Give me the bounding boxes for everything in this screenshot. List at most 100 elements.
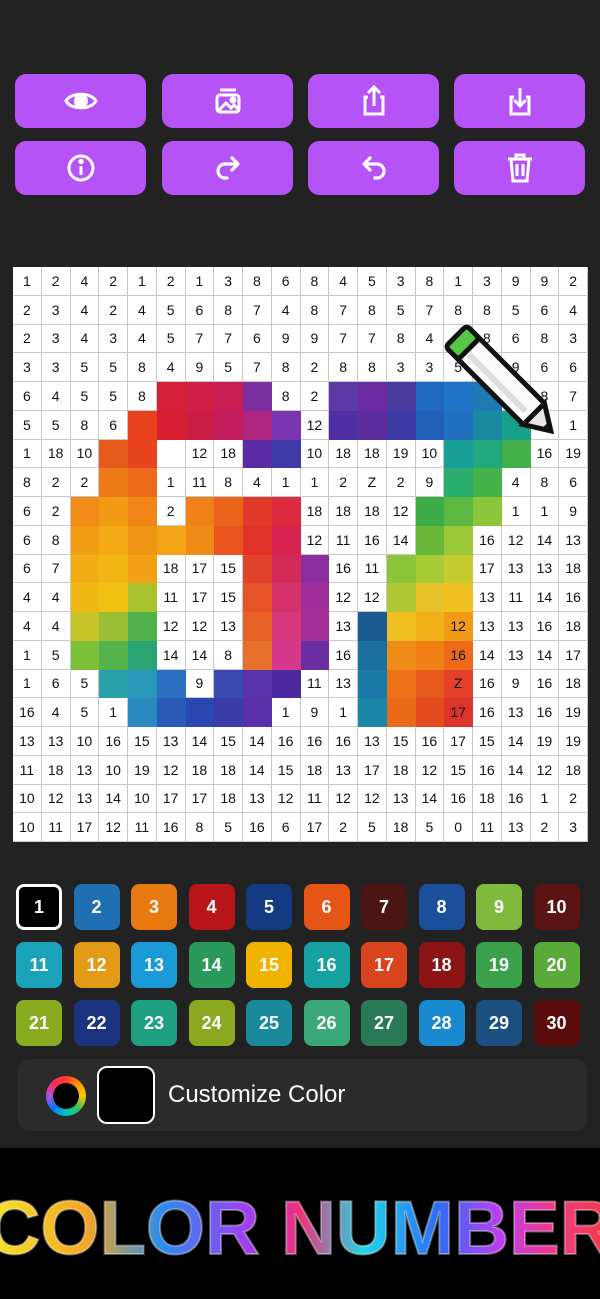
grid-cell[interactable]: 8: [128, 382, 157, 411]
grid-cell[interactable]: 19: [128, 755, 157, 785]
grid-cell[interactable]: [386, 640, 416, 670]
palette-swatch-13[interactable]: 13: [131, 942, 177, 988]
grid-cell[interactable]: 3: [41, 353, 71, 382]
grid-cell[interactable]: 13: [501, 554, 531, 584]
grid-cell[interactable]: 16: [329, 640, 358, 670]
grid-cell[interactable]: 16: [473, 525, 502, 555]
grid-cell[interactable]: 11: [501, 583, 531, 612]
grid-cell[interactable]: 18: [386, 813, 416, 842]
grid-cell[interactable]: 11: [300, 784, 330, 814]
grid-cell[interactable]: 16: [243, 813, 272, 842]
grid-cell[interactable]: [358, 640, 387, 670]
grid-cell[interactable]: [70, 583, 100, 612]
customize-color-bar[interactable]: Customize Color: [18, 1059, 587, 1131]
grid-cell[interactable]: 8: [300, 295, 330, 325]
grid-cell[interactable]: 15: [214, 554, 243, 584]
grid-cell[interactable]: 17: [70, 813, 100, 842]
grid-cell[interactable]: 4: [243, 468, 272, 497]
grid-cell[interactable]: 3: [41, 295, 71, 325]
grid-cell[interactable]: 1: [13, 640, 42, 670]
grid-cell[interactable]: 16: [271, 727, 301, 756]
palette-swatch-15[interactable]: 15: [246, 942, 292, 988]
grid-cell[interactable]: Z: [358, 468, 387, 497]
grid-cell[interactable]: 5: [41, 640, 71, 670]
grid-cell[interactable]: 12: [329, 784, 358, 814]
grid-cell[interactable]: 2: [329, 813, 358, 842]
grid-cell[interactable]: 18: [559, 755, 588, 785]
undo-button[interactable]: [308, 141, 439, 195]
grid-cell[interactable]: 2: [386, 468, 416, 497]
grid-cell[interactable]: 16: [358, 525, 387, 555]
palette-swatch-9[interactable]: 9: [476, 884, 522, 930]
grid-cell[interactable]: 4: [501, 468, 531, 497]
grid-cell[interactable]: 16: [530, 669, 560, 699]
grid-cell[interactable]: 19: [559, 727, 588, 756]
grid-cell[interactable]: 8: [185, 813, 215, 842]
grid-cell[interactable]: [358, 382, 387, 411]
grid-cell[interactable]: 5: [70, 353, 100, 382]
grid-cell[interactable]: 16: [559, 583, 588, 612]
palette-swatch-5[interactable]: 5: [246, 884, 292, 930]
grid-cell[interactable]: [99, 525, 128, 555]
grid-cell[interactable]: [415, 669, 445, 699]
grid-cell[interactable]: 4: [41, 382, 71, 411]
grid-cell[interactable]: 3: [386, 353, 416, 382]
grid-cell[interactable]: 3: [530, 410, 560, 440]
grid-cell[interactable]: 8: [358, 295, 387, 325]
grid-cell[interactable]: 16: [444, 784, 473, 814]
grid-cell[interactable]: [156, 382, 186, 411]
grid-cell[interactable]: [271, 525, 301, 555]
palette-swatch-29[interactable]: 29: [476, 1000, 522, 1046]
grid-cell[interactable]: 8: [214, 295, 243, 325]
grid-cell[interactable]: 18: [473, 784, 502, 814]
custom-color-swatch[interactable]: [97, 1066, 155, 1124]
grid-cell[interactable]: 13: [41, 727, 71, 756]
grid-cell[interactable]: 16: [473, 755, 502, 785]
grid-cell[interactable]: 6: [559, 468, 588, 497]
grid-cell[interactable]: [329, 382, 358, 411]
grid-cell[interactable]: 9: [185, 669, 215, 699]
grid-cell[interactable]: [99, 439, 128, 469]
palette-swatch-2[interactable]: 2: [73, 884, 120, 930]
palette-swatch-10[interactable]: 10: [533, 884, 580, 930]
redo-button[interactable]: [162, 141, 293, 195]
grid-cell[interactable]: [386, 612, 416, 641]
grid-cell[interactable]: [156, 410, 186, 440]
grid-cell[interactable]: 4: [415, 324, 445, 354]
grid-cell[interactable]: 10: [70, 439, 100, 469]
grid-cell[interactable]: 12: [99, 813, 128, 842]
grid-cell[interactable]: 15: [271, 755, 301, 785]
palette-swatch-14[interactable]: 14: [188, 942, 235, 988]
grid-cell[interactable]: [99, 468, 128, 497]
grid-cell[interactable]: 4: [271, 295, 301, 325]
grid-cell[interactable]: [128, 410, 157, 440]
grid-cell[interactable]: 5: [444, 353, 473, 382]
grid-cell[interactable]: 18: [559, 554, 588, 584]
grid-cell[interactable]: 3: [386, 267, 416, 296]
grid-cell[interactable]: [386, 698, 416, 727]
grid-cell[interactable]: 19: [559, 698, 588, 727]
palette-swatch-8[interactable]: 8: [418, 884, 465, 930]
grid-cell[interactable]: 12: [329, 583, 358, 612]
grid-cell[interactable]: [243, 669, 272, 699]
gallery-button[interactable]: [162, 74, 293, 128]
grid-cell[interactable]: 13: [70, 784, 100, 814]
grid-cell[interactable]: 2: [70, 468, 100, 497]
grid-cell[interactable]: 2: [13, 324, 42, 354]
grid-cell[interactable]: 9: [300, 698, 330, 727]
grid-cell[interactable]: 14: [473, 640, 502, 670]
grid-cell[interactable]: 1: [271, 698, 301, 727]
grid-cell[interactable]: 11: [185, 468, 215, 497]
grid-cell[interactable]: 8: [271, 382, 301, 411]
grid-cell[interactable]: 2: [99, 267, 128, 296]
grid-cell[interactable]: 4: [156, 353, 186, 382]
grid-cell[interactable]: 9: [530, 267, 560, 296]
grid-cell[interactable]: 17: [300, 813, 330, 842]
grid-cell[interactable]: 15: [386, 727, 416, 756]
grid-cell[interactable]: 10: [13, 813, 42, 842]
grid-cell[interactable]: 12: [185, 439, 215, 469]
grid-cell[interactable]: 6: [271, 267, 301, 296]
grid-cell[interactable]: [444, 468, 473, 497]
grid-cell[interactable]: 1: [444, 267, 473, 296]
grid-cell[interactable]: 16: [444, 640, 473, 670]
